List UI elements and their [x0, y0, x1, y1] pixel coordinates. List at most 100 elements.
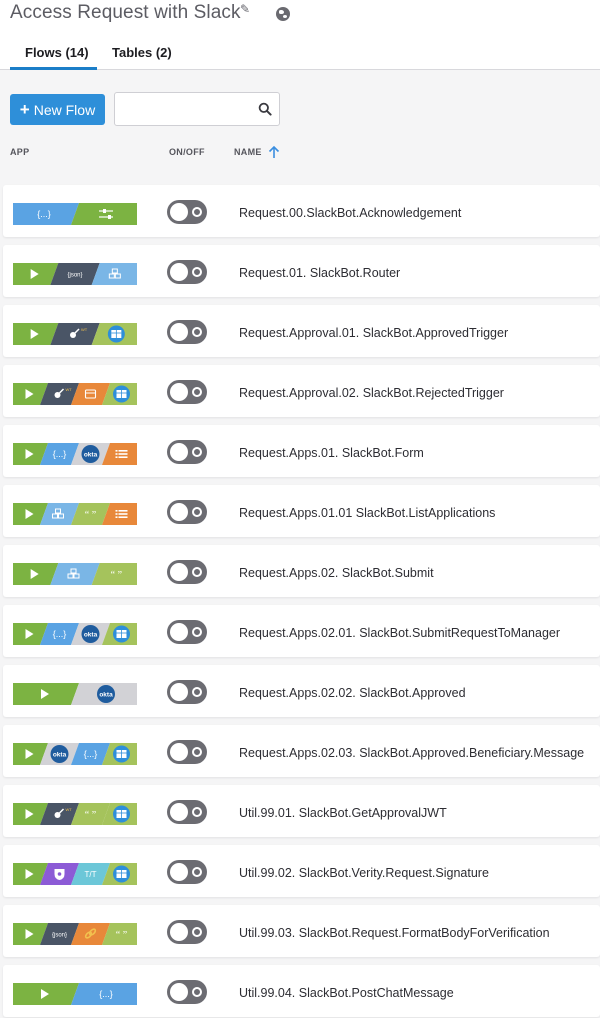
svg-text:“ ”: “ ” [116, 930, 127, 941]
svg-text:T/T: T/T [85, 870, 97, 879]
svg-text:{...}: {...} [37, 209, 51, 219]
plus-icon: + [19, 100, 30, 119]
flow-row[interactable]: WT “ ” Util.99.01. SlackBot.GetApprovalJWT [3, 785, 600, 837]
flow-app-icons: {...} okta [13, 443, 137, 465]
flow-app-icons: {json} [13, 263, 137, 285]
flow-enable-toggle[interactable] [167, 860, 207, 884]
flow-app-icons: okta [13, 683, 137, 705]
toggle-off-icon [192, 507, 202, 517]
flow-row[interactable]: {json} “ ” Util.99.03. SlackBot.Request.Fo… [3, 905, 600, 957]
flow-app-icons: {...} [13, 203, 137, 225]
flow-name[interactable]: Request.01. SlackBot.Router [239, 266, 400, 280]
svg-text:{...}: {...} [53, 629, 67, 639]
toggle-off-icon [192, 447, 202, 457]
flow-row[interactable]: {...} Request.00.SlackBot.Acknowledgement [3, 185, 600, 237]
toggle-knob [170, 563, 188, 581]
flow-row[interactable]: okta Request.Apps.02.02. SlackBot.Approve… [3, 665, 600, 717]
flow-row[interactable]: {...} okta Request.Apps.01. SlackBot.Form [3, 425, 600, 477]
pencil-icon[interactable]: ✎ [240, 2, 250, 16]
flow-name[interactable]: Request.Approval.02. SlackBot.RejectedTr… [239, 386, 504, 400]
flow-row[interactable]: {json} Request.01. SlackBot.Router [3, 245, 600, 297]
svg-text:“ ”: “ ” [111, 570, 122, 581]
flow-name[interactable]: Request.Approval.01. SlackBot.ApprovedTr… [239, 326, 508, 340]
flow-enable-toggle[interactable] [167, 200, 207, 224]
toggle-knob [170, 683, 188, 701]
flow-app-icons: {...} [13, 983, 137, 1005]
flow-enable-toggle[interactable] [167, 560, 207, 584]
flow-enable-toggle[interactable] [167, 500, 207, 524]
tab-flows[interactable]: Flows (14) [25, 45, 89, 60]
toggle-off-icon [192, 687, 202, 697]
flow-app-icons: T/T [13, 863, 137, 885]
flow-name[interactable]: Request.Apps.02.02. SlackBot.Approved [239, 686, 466, 700]
new-flow-label: New Flow [33, 101, 96, 118]
search-box[interactable] [114, 92, 280, 126]
flow-row[interactable]: “ ” Request.Apps.02. SlackBot.Submit [3, 545, 600, 597]
svg-text:okta: okta [84, 452, 98, 459]
flow-app-icons: {json} “ ” [13, 923, 137, 945]
sort-ascending-icon[interactable] [267, 144, 281, 160]
toggle-off-icon [192, 867, 202, 877]
toggle-off-icon [192, 567, 202, 577]
title-bar: Access Request with Slack ✎ [0, 0, 600, 30]
flow-name[interactable]: Request.Apps.02.03. SlackBot.Approved.Be… [239, 746, 584, 760]
flow-row[interactable]: WT Request.Approval.02. SlackBot.Rejected… [3, 365, 600, 417]
flow-row[interactable]: {...} okta Request.Apps.02.01. SlackBot.Su… [3, 605, 600, 657]
globe-icon[interactable] [276, 7, 290, 21]
new-flow-button[interactable]: + New Flow [10, 94, 105, 125]
flow-enable-toggle[interactable] [167, 260, 207, 284]
svg-text:{...}: {...} [84, 749, 98, 759]
flow-enable-toggle[interactable] [167, 800, 207, 824]
flow-enable-toggle[interactable] [167, 920, 207, 944]
toggle-knob [170, 743, 188, 761]
toggle-knob [170, 983, 188, 1001]
tab-tables[interactable]: Tables (2) [112, 45, 172, 60]
toggle-knob [170, 443, 188, 461]
svg-text:{json}: {json} [67, 273, 82, 279]
flow-enable-toggle[interactable] [167, 620, 207, 644]
column-header-onoff: ON/OFF [169, 147, 205, 157]
flow-name[interactable]: Util.99.03. SlackBot.Request.FormatBodyF… [239, 926, 550, 940]
svg-text:{json}: {json} [52, 933, 67, 939]
toggle-off-icon [192, 807, 202, 817]
tab-bar: Flows (14) Tables (2) [0, 30, 600, 70]
flow-name[interactable]: Request.Apps.01. SlackBot.Form [239, 446, 424, 460]
toggle-knob [170, 923, 188, 941]
svg-text:WT: WT [66, 387, 73, 392]
flow-enable-toggle[interactable] [167, 380, 207, 404]
flow-enable-toggle[interactable] [167, 320, 207, 344]
flow-name[interactable]: Util.99.04. SlackBot.PostChatMessage [239, 986, 454, 1000]
svg-text:{...}: {...} [53, 449, 67, 459]
flow-app-icons: WT [13, 383, 137, 405]
toggle-off-icon [192, 987, 202, 997]
flow-row[interactable]: T/T Util.99.02. SlackBot.Verity.Request.S… [3, 845, 600, 897]
flow-row[interactable]: okta {...} Request.Apps.02.03. SlackBot.Ap… [3, 725, 600, 777]
flow-name[interactable]: Request.Apps.02.01. SlackBot.SubmitReque… [239, 626, 560, 640]
search-icon[interactable] [258, 102, 272, 116]
flow-name[interactable]: Request.00.SlackBot.Acknowledgement [239, 206, 461, 220]
flow-enable-toggle[interactable] [167, 680, 207, 704]
toggle-knob [170, 323, 188, 341]
flow-row[interactable]: “ ” Request.Apps.01.01 SlackBot.ListAppli… [3, 485, 600, 537]
flow-name[interactable]: Util.99.01. SlackBot.GetApprovalJWT [239, 806, 447, 820]
flow-row[interactable]: {...} Util.99.04. SlackBot.PostChatMessag… [3, 965, 600, 1017]
flow-app-icons: WT [13, 323, 137, 345]
svg-text:“ ”: “ ” [85, 810, 96, 821]
flow-enable-toggle[interactable] [167, 980, 207, 1004]
toggle-knob [170, 863, 188, 881]
column-header-name[interactable]: NAME [234, 147, 262, 157]
flow-app-icons: {...} okta [13, 623, 137, 645]
flow-enable-toggle[interactable] [167, 740, 207, 764]
flow-name[interactable]: Request.Apps.01.01 SlackBot.ListApplicat… [239, 506, 495, 520]
flow-app-icons: “ ” [13, 503, 137, 525]
svg-text:okta: okta [53, 752, 67, 759]
toggle-off-icon [192, 207, 202, 217]
toggle-knob [170, 203, 188, 221]
flow-name[interactable]: Util.99.02. SlackBot.Verity.Request.Sign… [239, 866, 489, 880]
flow-row[interactable]: WT Request.Approval.01. SlackBot.Approved… [3, 305, 600, 357]
toggle-off-icon [192, 267, 202, 277]
svg-text:WT: WT [66, 807, 73, 812]
search-input[interactable] [121, 99, 249, 119]
flow-name[interactable]: Request.Apps.02. SlackBot.Submit [239, 566, 434, 580]
flow-enable-toggle[interactable] [167, 440, 207, 464]
